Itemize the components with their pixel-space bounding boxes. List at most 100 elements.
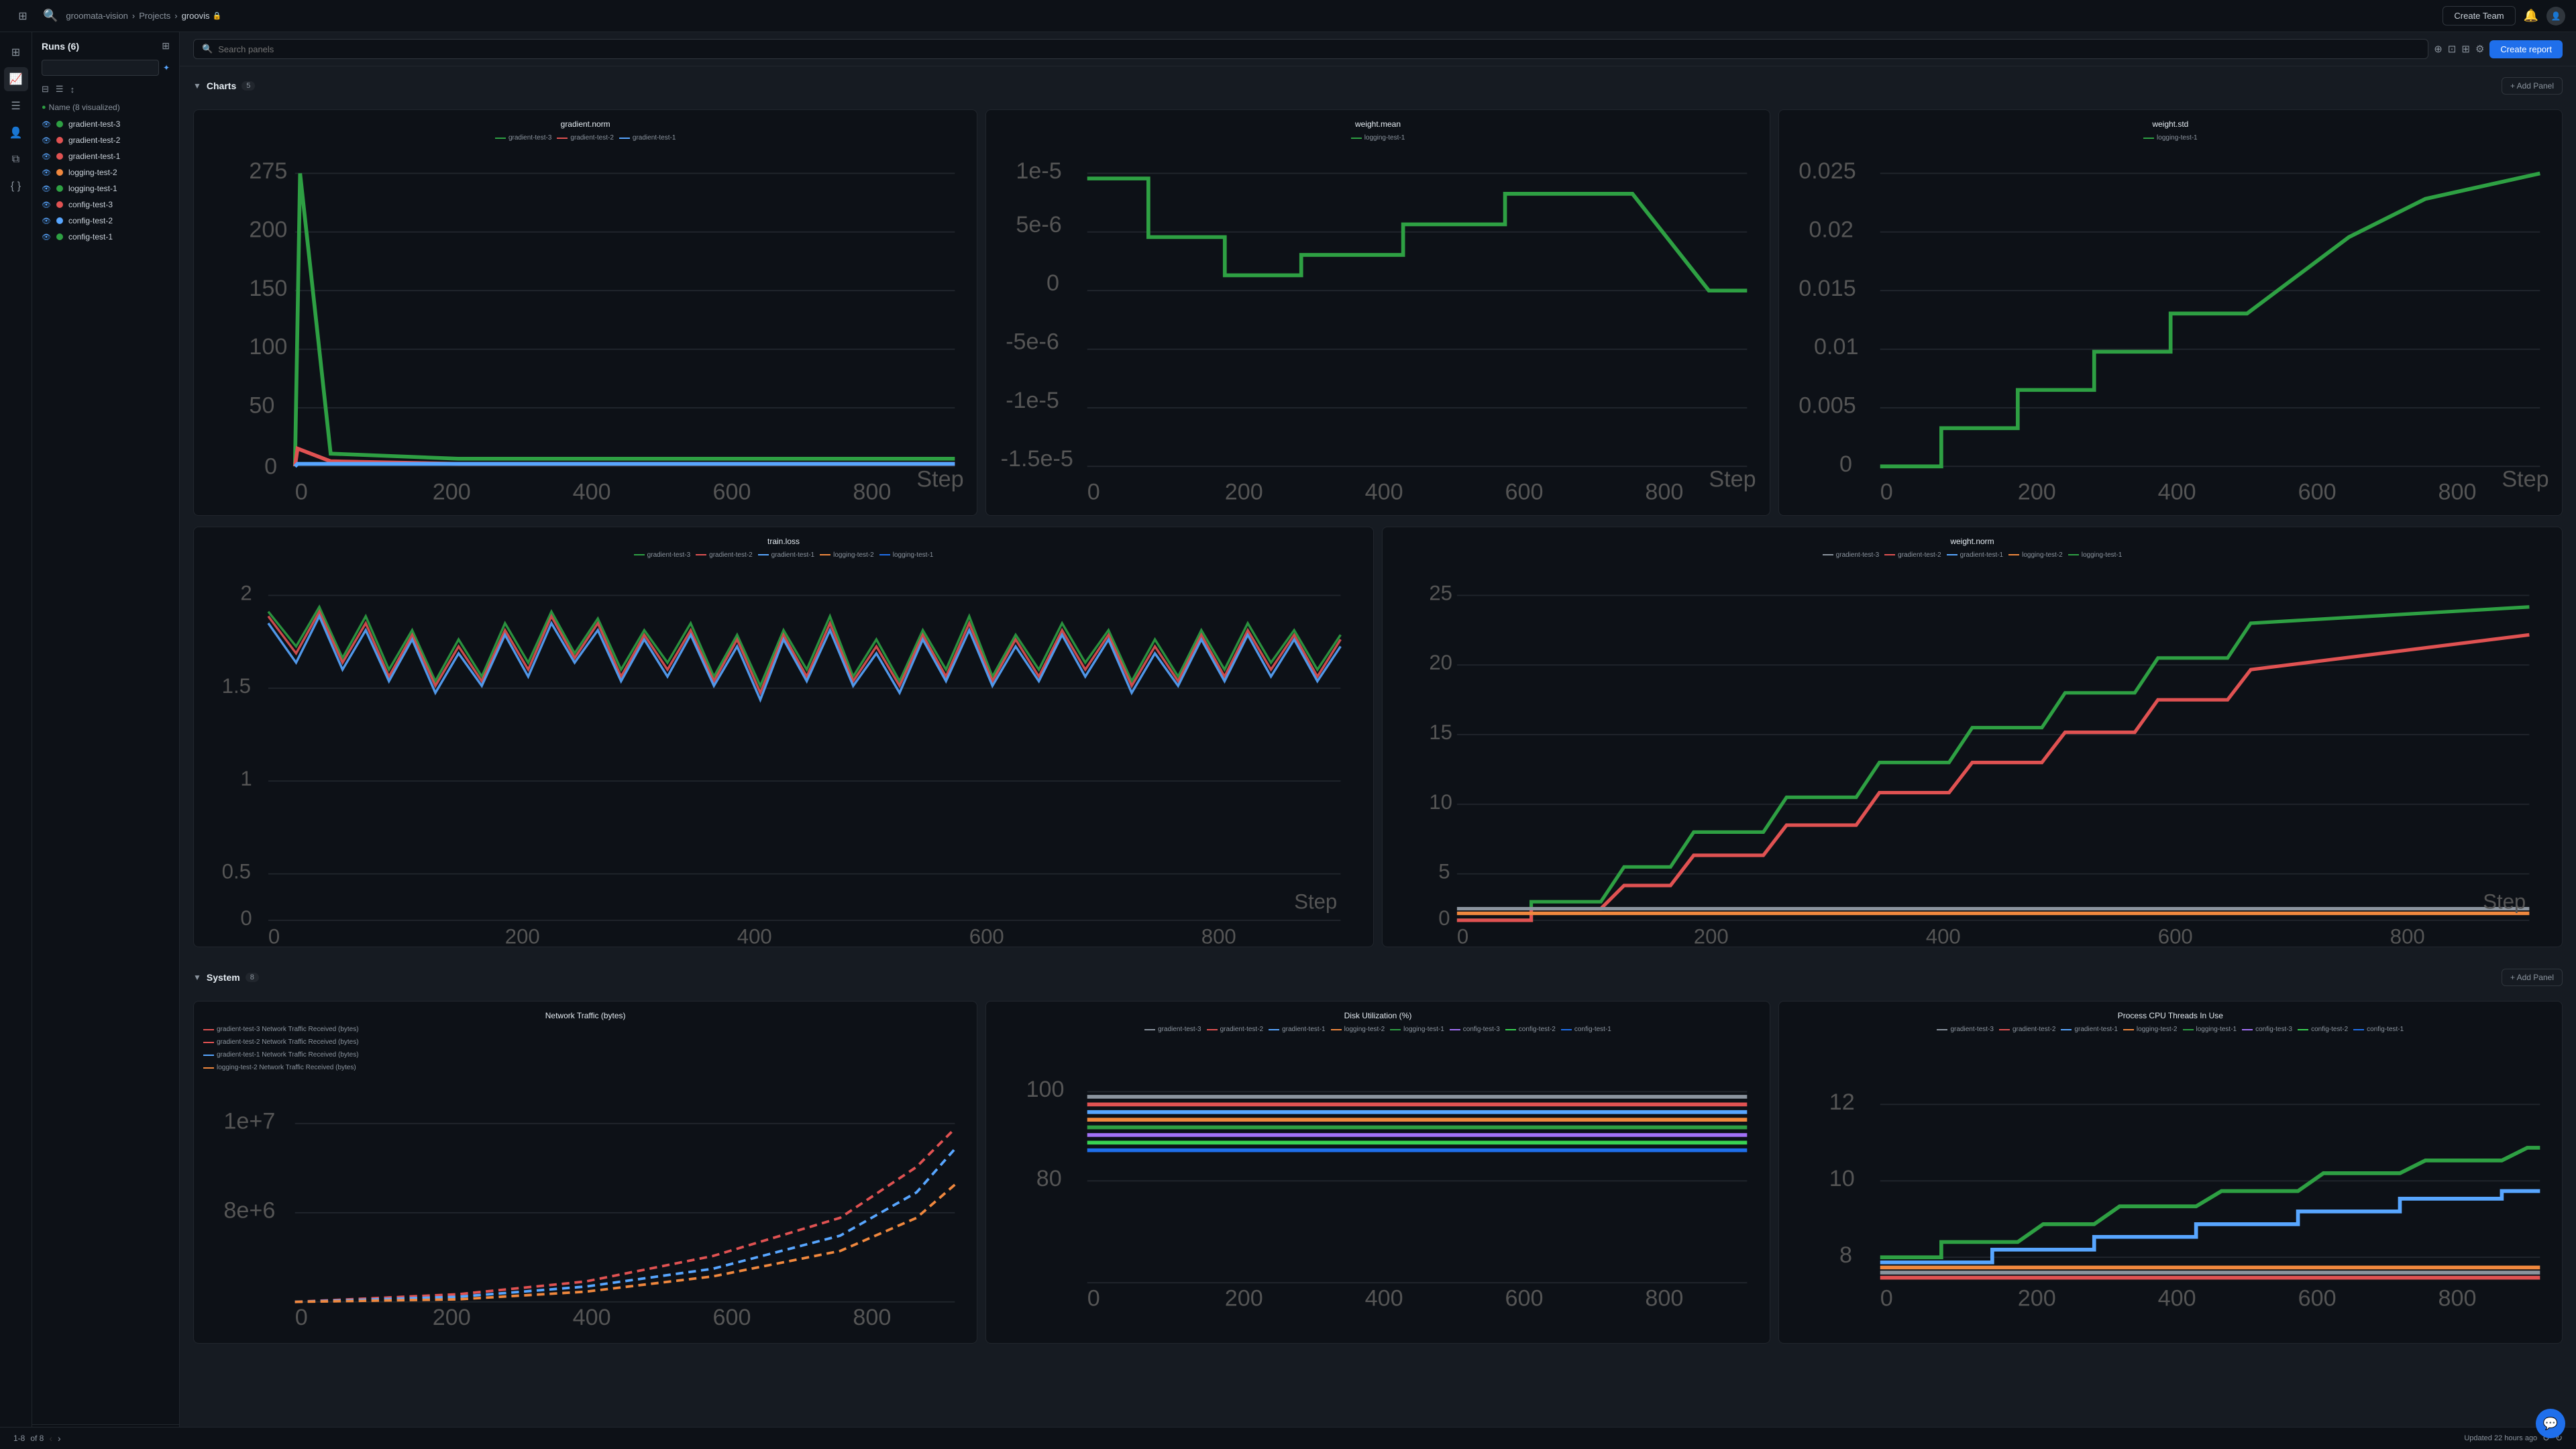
run-name: config-test-2 — [68, 216, 113, 225]
sidebar-icon-layers[interactable]: ⧉ — [4, 148, 28, 172]
run-color-dot — [56, 153, 63, 160]
sidebar-icon-person[interactable]: 👤 — [4, 121, 28, 145]
grid-icon[interactable]: ⊞ — [11, 4, 35, 28]
charts-collapse-button[interactable]: ▼ — [193, 81, 201, 91]
next-page-button[interactable]: › — [58, 1433, 61, 1444]
chart-svg: 2 1.5 1 0.5 0 0 200 400 600 — [203, 564, 1364, 938]
chart-legend: gradient-test-3 gradient-test-2 gradient… — [1788, 1026, 2553, 1033]
run-list-item[interactable]: 👁 config-test-2 — [32, 213, 179, 229]
run-name: gradient-test-1 — [68, 152, 120, 161]
toolbar-icon-2[interactable]: ⊡ — [2448, 43, 2457, 55]
sidebar-icon-table[interactable]: ☰ — [4, 94, 28, 118]
icon-sidebar: ⊞ 📈 ☰ 👤 ⧉ { } — [0, 32, 32, 1449]
legend-item: gradient-test-1 Network Traffic Received… — [203, 1051, 359, 1059]
svg-text:800: 800 — [1646, 480, 1684, 505]
avatar-icon[interactable]: 👤 — [2546, 7, 2565, 25]
run-search-input[interactable] — [42, 60, 159, 76]
chart-legend: gradient-test-3 gradient-test-2 gradient… — [1392, 551, 2553, 559]
svg-text:0.005: 0.005 — [1799, 392, 1856, 418]
svg-text:600: 600 — [1505, 480, 1544, 505]
run-search-add-btn[interactable]: ✦ — [163, 63, 170, 72]
sidebar-icon-chart[interactable]: 📈 — [4, 67, 28, 91]
prev-page-button[interactable]: ‹ — [49, 1433, 52, 1444]
run-list-item[interactable]: 👁 config-test-3 — [32, 197, 179, 213]
breadcrumb-org[interactable]: groomata-vision — [66, 11, 128, 21]
breadcrumb-projects[interactable]: Projects — [139, 11, 170, 21]
legend-item: gradient-test-1 — [1269, 1026, 1325, 1033]
run-list-item[interactable]: 👁 logging-test-2 — [32, 164, 179, 180]
toolbar-icon-3[interactable]: ⊞ — [2461, 43, 2470, 55]
chat-button[interactable]: 💬 — [2536, 1409, 2565, 1438]
run-list-item[interactable]: 👁 logging-test-1 — [32, 180, 179, 197]
svg-text:80: 80 — [1036, 1166, 1062, 1191]
system-add-panel-button[interactable]: + Add Panel — [2502, 969, 2563, 986]
svg-text:0: 0 — [1880, 1286, 1892, 1311]
notification-icon[interactable]: 🔔 — [2524, 9, 2538, 23]
legend-item: gradient-test-3 — [1144, 1026, 1201, 1033]
charts-add-panel-button[interactable]: + Add Panel — [2502, 77, 2563, 95]
svg-text:200: 200 — [433, 1305, 471, 1330]
chart-svg: 1e+7 8e+6 0 200 400 600 800 — [203, 1077, 967, 1334]
svg-text:5e-6: 5e-6 — [1016, 212, 1062, 237]
svg-text:2: 2 — [240, 581, 252, 604]
chart-title: weight.std — [1788, 119, 2553, 129]
run-eye-icon: 👁 — [42, 184, 51, 193]
charts-section: ▼ Charts 5 + Add Panel — [180, 66, 2576, 109]
toolbar-icon-settings[interactable]: ⚙ — [2475, 43, 2484, 55]
svg-text:0.01: 0.01 — [1814, 334, 1859, 360]
svg-text:10: 10 — [1829, 1166, 1854, 1191]
run-list-item[interactable]: 👁 gradient-test-2 — [32, 132, 179, 148]
run-name: logging-test-1 — [68, 184, 117, 193]
sort-button[interactable]: ↕ — [70, 85, 75, 95]
nav-actions: Create Team 🔔 👤 — [2443, 6, 2565, 25]
svg-text:600: 600 — [713, 480, 751, 505]
sidebar-icon-home[interactable]: ⊞ — [4, 40, 28, 64]
svg-text:600: 600 — [1505, 1286, 1544, 1311]
main-layout: ⊞ 📈 ☰ 👤 ⧉ { } Runs (6) ⊞ ✦ ⊟ ☰ ↕ ● Name … — [0, 32, 2576, 1449]
chart-weight-norm: weight.norm gradient-test-3 gradient-tes… — [1382, 527, 2563, 948]
create-report-button[interactable]: Create report — [2489, 40, 2563, 58]
run-list-item[interactable]: 👁 config-test-1 — [32, 229, 179, 245]
svg-text:200: 200 — [1694, 924, 1729, 948]
svg-text:100: 100 — [249, 334, 287, 360]
svg-text:8e+6: 8e+6 — [223, 1198, 275, 1224]
chart-title: Process CPU Threads In Use — [1788, 1011, 2553, 1020]
run-list-item[interactable]: 👁 gradient-test-3 — [32, 116, 179, 132]
system-collapse-button[interactable]: ▼ — [193, 973, 201, 982]
search-icon-toolbar: 🔍 — [202, 44, 213, 54]
legend-item: logging-test-2 — [2008, 551, 2063, 559]
chart-legend: logging-test-1 — [1788, 134, 2553, 142]
svg-text:0.015: 0.015 — [1799, 276, 1856, 301]
svg-text:800: 800 — [853, 1305, 891, 1330]
chart-disk-utilization: Disk Utilization (%) gradient-test-3 gra… — [985, 1001, 1770, 1344]
svg-text:400: 400 — [2157, 1286, 2196, 1311]
run-color-dot — [56, 185, 63, 192]
panel-grid-icon[interactable]: ⊞ — [162, 40, 170, 52]
svg-text:0.5: 0.5 — [222, 859, 251, 883]
legend-item: config-test-1 — [2353, 1026, 2404, 1033]
svg-text:10: 10 — [1429, 790, 1452, 813]
search-panels-input[interactable] — [218, 44, 2420, 54]
run-eye-icon: 👁 — [42, 120, 51, 129]
sidebar-icon-code[interactable]: { } — [4, 174, 28, 199]
filter-button[interactable]: ⊟ — [42, 84, 49, 95]
svg-text:800: 800 — [1201, 924, 1236, 948]
system-count: 8 — [246, 973, 259, 982]
run-color-dot — [56, 233, 63, 240]
updated-text: Updated 22 hours ago — [2464, 1434, 2537, 1442]
run-eye-icon: 👁 — [42, 136, 51, 145]
run-list-item[interactable]: 👁 gradient-test-1 — [32, 148, 179, 164]
chart-weight-mean: weight.mean logging-test-1 1e-5 5e-6 0 -… — [985, 109, 1770, 516]
search-icon[interactable]: 🔍 — [43, 9, 58, 23]
legend-item: logging-test-1 — [1351, 134, 1405, 142]
svg-text:200: 200 — [1225, 1286, 1263, 1311]
create-team-button[interactable]: Create Team — [2443, 6, 2515, 25]
run-name: config-test-1 — [68, 232, 113, 241]
charts-grid-row1: gradient.norm gradient-test-3 gradient-t… — [180, 109, 2576, 527]
chart-title: train.loss — [203, 537, 1364, 546]
run-name: config-test-3 — [68, 200, 113, 209]
chart-title: weight.norm — [1392, 537, 2553, 546]
toolbar-icon-1[interactable]: ⊕ — [2434, 43, 2443, 55]
table-view-button[interactable]: ☰ — [56, 84, 64, 95]
svg-text:0: 0 — [1457, 924, 1468, 948]
